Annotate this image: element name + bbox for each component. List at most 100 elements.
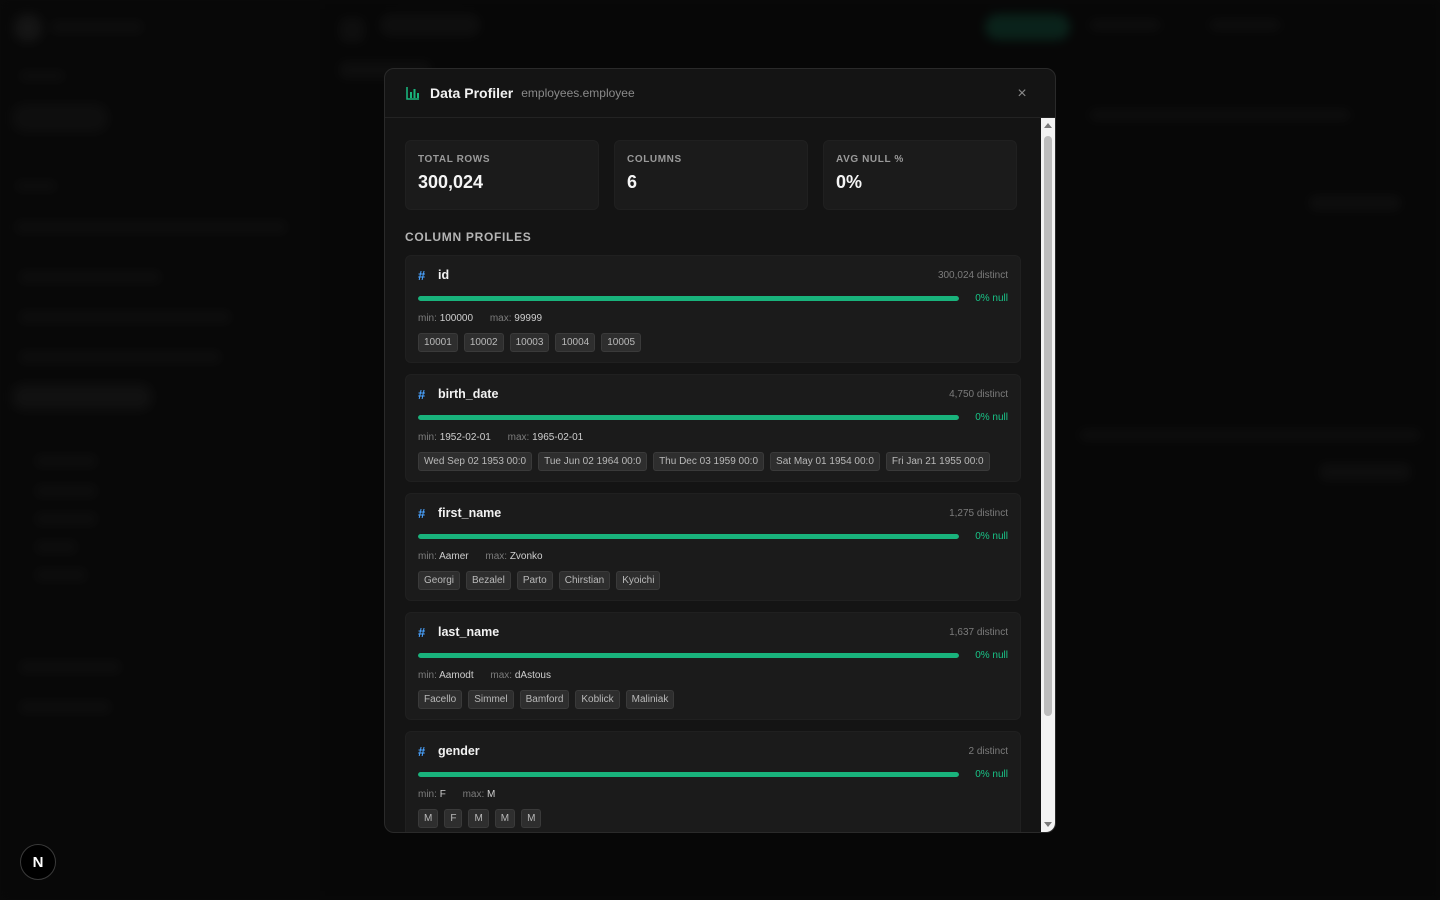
null-percent: 0% null: [975, 411, 1008, 423]
nextjs-badge[interactable]: N: [20, 844, 56, 880]
min-value: F: [439, 789, 446, 800]
min-max-row: min: F max: M: [418, 789, 1008, 803]
column-name: gender: [438, 744, 480, 758]
modal-subtitle: employees.employee: [521, 86, 635, 100]
scroll-thumb[interactable]: [1044, 136, 1052, 716]
null-bar-fill: [418, 771, 959, 777]
hash-icon: #: [418, 267, 426, 283]
null-bar-track: [418, 414, 959, 420]
min-max-row: min: Aamer max: Zvonko: [418, 551, 1008, 565]
bar-chart-icon: [405, 85, 421, 101]
column-header: # first_name 1,275 distinct: [418, 504, 1008, 522]
min-label: min:: [418, 670, 437, 681]
distinct-count: 300,024 distinct: [937, 269, 1008, 281]
column-name: birth_date: [438, 387, 499, 401]
null-percent: 0% null: [975, 292, 1008, 304]
max-value: 99999: [514, 313, 543, 324]
null-bar-fill: [418, 414, 959, 420]
column-header: # gender 2 distinct: [418, 742, 1008, 760]
column-profile-card: # id 300,024 distinct 0% null min: 10000…: [405, 255, 1021, 363]
null-percent: 0% null: [975, 768, 1008, 780]
sample-value-chip: M: [468, 809, 489, 828]
stat-label: COLUMNS: [627, 154, 682, 165]
stat-label: TOTAL ROWS: [418, 154, 491, 165]
min-value: Aamodt: [439, 670, 474, 681]
column-name: id: [438, 268, 450, 282]
stat-label: AVG NULL %: [836, 154, 904, 165]
max-label: max:: [507, 432, 530, 443]
hash-icon: #: [418, 743, 426, 759]
column-name: last_name: [438, 625, 500, 639]
null-bar-track: [418, 652, 959, 658]
max-value: M: [487, 789, 496, 800]
section-title: COLUMN PROFILES: [405, 230, 532, 244]
stat-columns: COLUMNS 6: [614, 140, 808, 210]
sample-value-chip: Koblick: [575, 690, 620, 709]
modal-body: TOTAL ROWS 300,024 COLUMNS 6 AVG NULL % …: [385, 118, 1041, 832]
modal-scrollbar[interactable]: [1041, 118, 1055, 832]
sample-value-chip: Maliniak: [625, 690, 675, 709]
max-value: dAstous: [514, 670, 551, 681]
sample-values: MFMMM: [418, 809, 1008, 828]
sample-value-chip: Bamford: [519, 690, 570, 709]
sample-value-chip: Sat May 01 1954 00:0: [770, 452, 880, 471]
sample-value-chip: Georgi: [418, 571, 461, 590]
max-label: max:: [489, 313, 512, 324]
null-percent: 0% null: [975, 530, 1008, 542]
null-bar-fill: [418, 295, 959, 301]
null-row: 0% null: [418, 767, 1008, 781]
distinct-count: 4,750 distinct: [949, 388, 1008, 400]
min-value: Aamer: [439, 551, 469, 562]
null-row: 0% null: [418, 529, 1008, 543]
min-value: 1952-02-01: [439, 432, 491, 443]
null-bar-track: [418, 295, 959, 301]
stat-total-rows: TOTAL ROWS 300,024: [405, 140, 599, 210]
hash-icon: #: [418, 505, 426, 521]
sample-value-chip: Simmel: [468, 690, 514, 709]
nextjs-badge-label: N: [32, 853, 44, 871]
min-label: min:: [418, 432, 437, 443]
sample-value-chip: M: [521, 809, 542, 828]
max-label: max:: [490, 670, 513, 681]
sample-value-chip: Fri Jan 21 1955 00:0: [885, 452, 990, 471]
scroll-up-icon[interactable]: [1044, 123, 1052, 128]
min-max-row: min: Aamodt max: dAstous: [418, 670, 1008, 684]
distinct-count: 2 distinct: [968, 745, 1008, 757]
sample-value-chip: Tue Jun 02 1964 00:0: [538, 452, 648, 471]
max-label: max:: [462, 789, 485, 800]
modal-title: Data Profiler: [430, 85, 514, 101]
column-profile-card: # last_name 1,637 distinct 0% null min: …: [405, 612, 1021, 720]
sample-value-chip: Wed Sep 02 1953 00:0: [418, 452, 533, 471]
scroll-down-icon[interactable]: [1044, 822, 1052, 827]
sample-value-chip: 10002: [463, 333, 504, 352]
min-label: min:: [418, 789, 437, 800]
sample-value-chip: Chirstian: [558, 571, 611, 590]
min-max-row: min: 100000 max: 99999: [418, 313, 1008, 327]
min-label: min:: [418, 313, 437, 324]
sample-value-chip: Kyoichi: [616, 571, 661, 590]
column-profile-card: # gender 2 distinct 0% null min: F max: …: [405, 731, 1021, 832]
sample-value-chip: M: [418, 809, 439, 828]
data-profiler-modal: Data Profiler employees.employee × TOTAL…: [384, 68, 1056, 833]
min-value: 100000: [439, 313, 474, 324]
null-bar-track: [418, 771, 959, 777]
distinct-count: 1,637 distinct: [949, 626, 1008, 638]
sample-values: Georgi Bezalel Parto Chirstian Kyoichi: [418, 571, 1008, 590]
max-value: 1965-02-01: [532, 432, 584, 443]
stats-row: TOTAL ROWS 300,024 COLUMNS 6 AVG NULL % …: [405, 140, 1021, 210]
column-profile-list: # id 300,024 distinct 0% null min: 10000…: [405, 255, 1021, 832]
stat-avg-null: AVG NULL % 0%: [823, 140, 1017, 210]
stat-value: 0%: [836, 172, 863, 192]
sample-value-chip: 10005: [601, 333, 642, 352]
sample-value-chip: 10001: [418, 333, 458, 352]
column-header: # last_name 1,637 distinct: [418, 623, 1008, 641]
modal-header: Data Profiler employees.employee ×: [385, 69, 1055, 118]
distinct-count: 1,275 distinct: [949, 507, 1008, 519]
stat-value: 6: [627, 172, 638, 192]
hash-icon: #: [418, 386, 426, 402]
null-bar-fill: [418, 533, 959, 539]
sample-value-chip: 10004: [555, 333, 596, 352]
max-value: Zvonko: [509, 551, 543, 562]
hash-icon: #: [418, 624, 426, 640]
close-button[interactable]: ×: [1013, 85, 1031, 103]
